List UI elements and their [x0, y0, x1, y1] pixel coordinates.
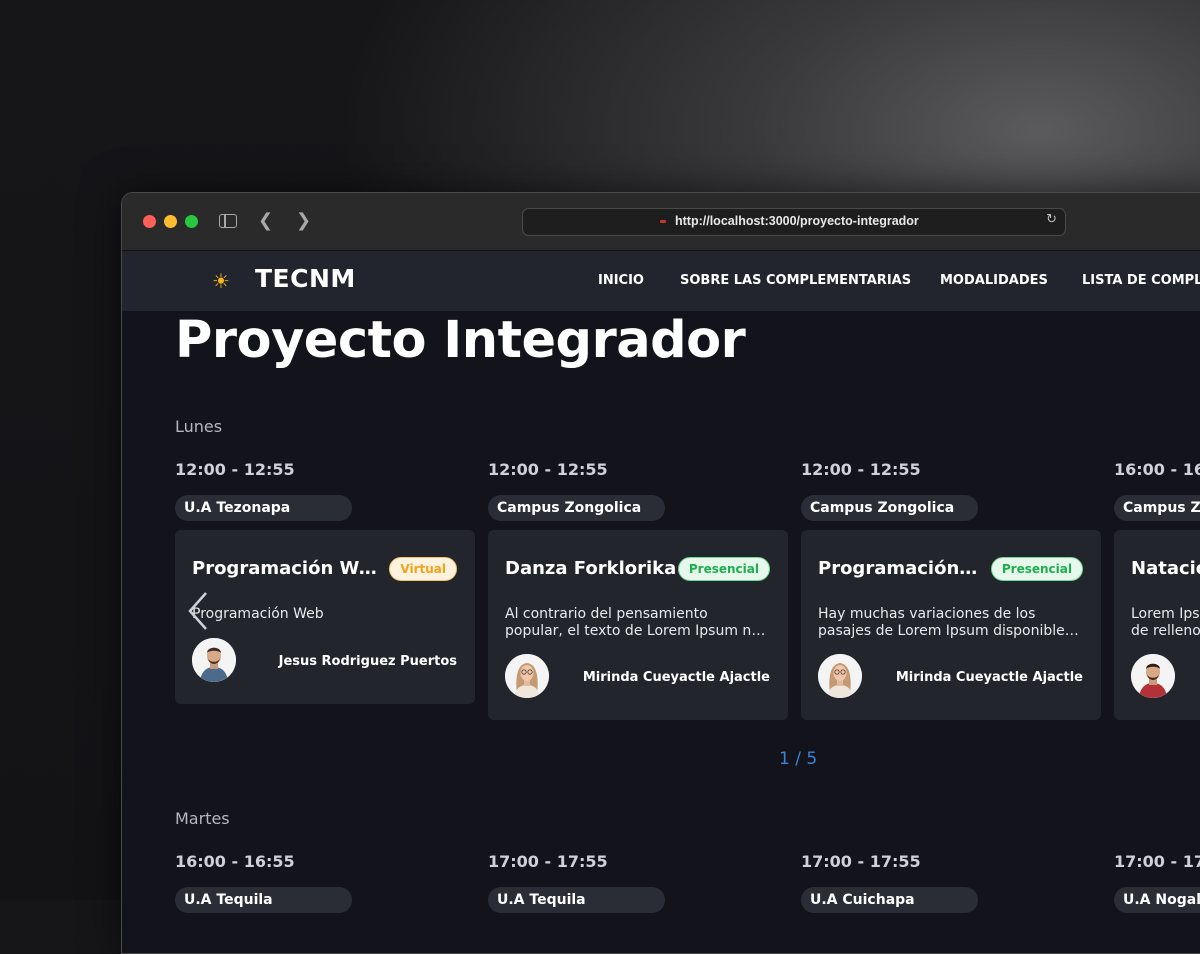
teacher-avatar	[192, 638, 236, 682]
main-content: Proyecto Integrador Lunes 12:00 - 12:55 …	[122, 311, 1200, 953]
teacher-avatar	[1131, 654, 1175, 698]
teacher-name: Mirinda Cueyactle Ajactle	[582, 670, 770, 685]
modality-badge: Presencial	[990, 557, 1083, 581]
close-window-button[interactable]	[143, 215, 156, 228]
course-title: Danza Forklorika	[505, 558, 677, 579]
course-title: Programación…	[818, 558, 978, 579]
chevron-left-icon	[188, 592, 207, 630]
description-line: Lorem Ipsum	[1131, 606, 1200, 622]
person-icon	[192, 638, 236, 682]
insecure-connection-icon	[660, 220, 666, 223]
description-line: Programación Web	[192, 606, 324, 622]
carousel-pagination: 1 / 5	[779, 749, 818, 769]
nav-item-modalidades[interactable]: MODALIDADES	[940, 273, 1048, 288]
campus-pill: U.A Tequila	[488, 887, 665, 913]
teacher-avatar	[505, 654, 549, 698]
reload-icon[interactable]: ↻	[1046, 212, 1057, 227]
campus-pill: U.A Nogales	[1114, 887, 1200, 913]
campus-pill: Campus Zongolica	[488, 495, 665, 521]
modality-badge: Presencial	[677, 557, 770, 581]
course-description: Lorem Ipsum de relleno	[1131, 606, 1200, 640]
browser-toolbar: ❮ ❯ http://localhost:3000/proyecto-integ…	[122, 193, 1200, 251]
address-bar[interactable]: http://localhost:3000/proyecto-integrado…	[522, 208, 1066, 236]
person-icon	[818, 654, 862, 698]
day-label: Martes	[175, 809, 230, 828]
sidebar-toggle-icon[interactable]	[219, 214, 237, 228]
person-icon	[505, 654, 549, 698]
sun-icon: ☀	[212, 269, 230, 293]
course-card[interactable]: Danza Forklorika Presencial Al contrario…	[488, 530, 788, 720]
course-title: Natacion	[1131, 558, 1200, 579]
course-card[interactable]: Programación… Presencial Hay muchas vari…	[801, 530, 1101, 720]
campus-pill: Campus Zongolica	[801, 495, 978, 521]
campus-pill: Campus Zongolica	[1114, 495, 1200, 521]
session-time: 16:00 - 16:55	[1114, 460, 1200, 479]
course-card[interactable]: Programación Web Virtual Programación We…	[175, 530, 475, 704]
description-line: Al contrario del pensamiento	[505, 606, 708, 622]
session-time: 12:00 - 12:55	[801, 460, 921, 479]
description-line: popular, el texto de Lorem Ipsum no…	[505, 623, 770, 639]
nav-item-inicio[interactable]: INICIO	[598, 273, 644, 288]
campus-pill: U.A Tezonapa	[175, 495, 352, 521]
nav-item-lista[interactable]: LISTA DE COMPLEMENTARIAS	[1082, 273, 1200, 288]
campus-pill: U.A Cuichapa	[801, 887, 978, 913]
teacher-name: Jesus Rodriguez Puertos	[278, 654, 457, 669]
teacher-name: Mirinda Cueyactle Ajactle	[895, 670, 1083, 685]
campus-pill: U.A Tequila	[175, 887, 352, 913]
session-time: 12:00 - 12:55	[488, 460, 608, 479]
course-card[interactable]: Natacion Lorem Ipsum de relleno	[1114, 530, 1200, 720]
day-label: Lunes	[175, 417, 223, 436]
minimize-window-button[interactable]	[164, 215, 177, 228]
description-line: Hay muchas variaciones de los	[818, 606, 1036, 622]
session-time: 17:00 - 17:55	[801, 852, 921, 871]
description-line: pasajes de Lorem Ipsum disponible…	[818, 623, 1079, 639]
maximize-window-button[interactable]	[185, 215, 198, 228]
course-title: Programación Web	[192, 558, 382, 579]
teacher-avatar	[818, 654, 862, 698]
carousel-prev-button[interactable]	[184, 591, 214, 631]
session-time: 17:00 - 17:55	[488, 852, 608, 871]
site-navbar: ☀ TECNM INICIO SOBRE LAS COMPLEMENTARIAS…	[122, 251, 1200, 311]
session-time: 17:00 - 17:55	[1114, 852, 1200, 871]
session-time: 12:00 - 12:55	[175, 460, 295, 479]
browser-window: ❮ ❯ http://localhost:3000/proyecto-integ…	[121, 192, 1200, 954]
nav-item-sobre[interactable]: SOBRE LAS COMPLEMENTARIAS	[680, 273, 911, 288]
forward-arrow-icon[interactable]: ❯	[296, 211, 311, 231]
modality-badge: Virtual	[389, 557, 457, 581]
course-description: Programación Web	[192, 606, 457, 623]
page-title: Proyecto Integrador	[175, 311, 746, 370]
description-line: de relleno	[1131, 623, 1200, 639]
back-arrow-icon[interactable]: ❮	[258, 211, 273, 231]
url-text: http://localhost:3000/proyecto-integrado…	[675, 214, 919, 228]
course-description: Hay muchas variaciones de los pasajes de…	[818, 606, 1083, 640]
session-time: 16:00 - 16:55	[175, 852, 295, 871]
course-description: Al contrario del pensamiento popular, el…	[505, 606, 770, 640]
person-icon	[1131, 654, 1175, 698]
site-logo[interactable]: TECNM	[255, 264, 356, 293]
